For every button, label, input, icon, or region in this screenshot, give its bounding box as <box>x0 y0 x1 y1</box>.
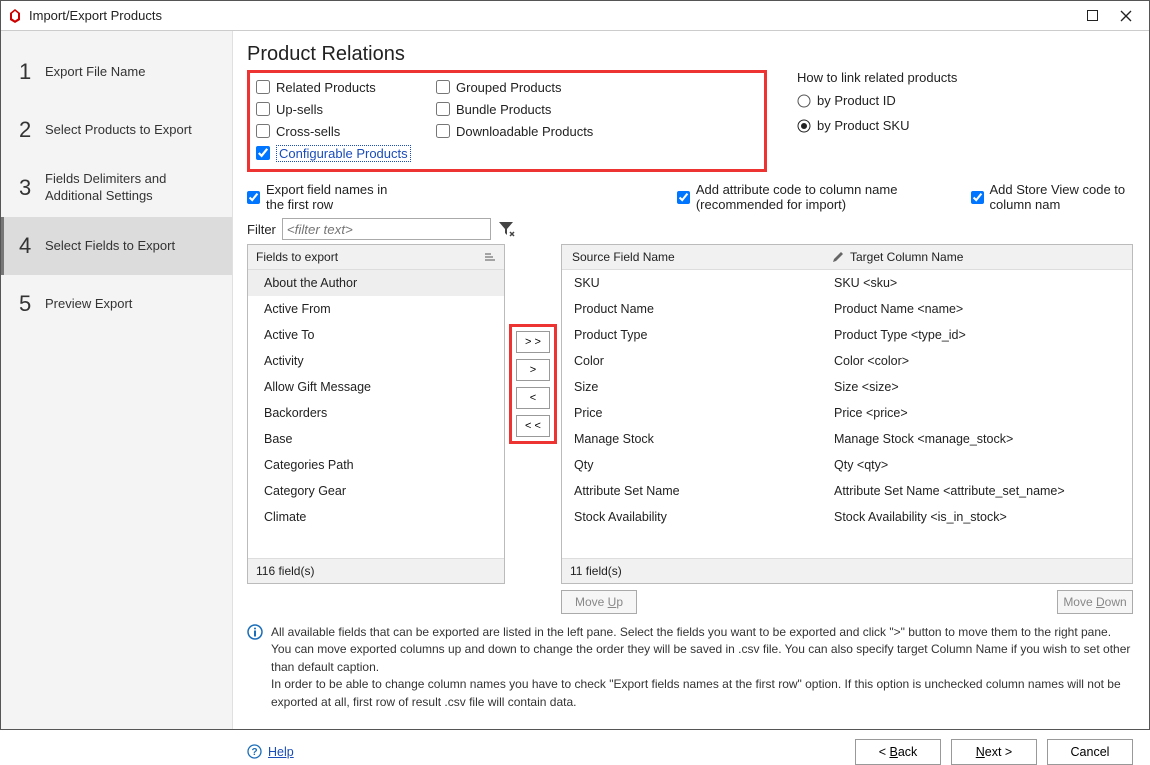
link-options: How to link related products by Product … <box>797 70 1133 143</box>
cancel-button[interactable]: Cancel <box>1047 739 1133 765</box>
selected-row[interactable]: Product NameProduct Name <name> <box>562 296 1132 322</box>
chk-export-field-names[interactable]: Export field names in the first row <box>247 182 397 212</box>
step-preview-export[interactable]: 5Preview Export <box>1 275 232 333</box>
selected-row[interactable]: PricePrice <price> <box>562 400 1132 426</box>
step-delimiters[interactable]: 3Fields Delimiters and Additional Settin… <box>1 159 232 217</box>
info-icon <box>247 624 263 640</box>
move-left-button[interactable]: < <box>516 387 550 409</box>
chk-configurable-products[interactable]: Configurable Products <box>256 143 436 163</box>
move-down-button[interactable]: Move Down <box>1057 590 1133 614</box>
field-item[interactable]: About the Author <box>248 270 504 296</box>
link-title: How to link related products <box>797 70 1133 85</box>
move-all-left-button[interactable]: < < <box>516 415 550 437</box>
available-fields-footer: 116 field(s) <box>248 558 504 583</box>
wizard-sidebar: 1Export File Name 2Select Products to Ex… <box>1 31 233 729</box>
move-all-right-button[interactable]: > > <box>516 331 550 353</box>
chk-grouped-products[interactable]: Grouped Products <box>436 77 636 97</box>
field-item[interactable]: Active From <box>248 296 504 322</box>
step-select-fields[interactable]: 4Select Fields to Export <box>1 217 232 275</box>
available-fields-header: Fields to export <box>256 250 338 264</box>
titlebar: Import/Export Products <box>1 1 1149 31</box>
pencil-icon <box>832 251 844 263</box>
step-select-products[interactable]: 2Select Products to Export <box>1 101 232 159</box>
move-up-button[interactable]: Move Up <box>561 590 637 614</box>
filter-clear-icon[interactable] <box>497 220 515 238</box>
filter-label: Filter <box>247 222 276 237</box>
selected-fields-list[interactable]: Source Field Name Target Column Name SKU… <box>561 244 1133 584</box>
selected-row[interactable]: Attribute Set NameAttribute Set Name <at… <box>562 478 1132 504</box>
field-item[interactable]: Activity <box>248 348 504 374</box>
field-item[interactable]: Backorders <box>248 400 504 426</box>
field-item[interactable]: Allow Gift Message <box>248 374 504 400</box>
close-button[interactable] <box>1109 4 1143 28</box>
back-button[interactable]: < Back <box>855 739 941 765</box>
selected-row[interactable]: SizeSize <size> <box>562 374 1132 400</box>
field-item[interactable]: Active To <box>248 322 504 348</box>
chk-add-store-view-code[interactable]: Add Store View code to column nam <box>971 182 1133 212</box>
available-fields-list[interactable]: Fields to export About the AuthorActive … <box>247 244 505 584</box>
chk-downloadable-products[interactable]: Downloadable Products <box>436 121 636 141</box>
col-target-column-name[interactable]: Target Column Name <box>822 245 1132 269</box>
next-button[interactable]: Next > <box>951 739 1037 765</box>
selected-row[interactable]: QtyQty <qty> <box>562 452 1132 478</box>
field-item[interactable]: Base <box>248 426 504 452</box>
chk-up-sells[interactable]: Up-sells <box>256 99 436 119</box>
col-source-field-name[interactable]: Source Field Name <box>562 245 822 269</box>
selected-fields-footer: 11 field(s) <box>562 558 1132 583</box>
move-right-button[interactable]: > <box>516 359 550 381</box>
maximize-button[interactable] <box>1075 4 1109 28</box>
info-text: All available fields that can be exporte… <box>247 624 1133 711</box>
product-relations-box: Related Products Grouped Products Up-sel… <box>247 70 767 172</box>
app-logo-icon <box>7 8 23 24</box>
chk-bundle-products[interactable]: Bundle Products <box>436 99 636 119</box>
radio-by-product-sku[interactable]: by Product SKU <box>797 118 1133 133</box>
field-item[interactable]: Category Gear <box>248 478 504 504</box>
selected-row[interactable]: ColorColor <color> <box>562 348 1132 374</box>
field-item[interactable]: Climate <box>248 504 504 530</box>
filter-input[interactable] <box>282 218 491 240</box>
selected-row[interactable]: Stock AvailabilityStock Availability <is… <box>562 504 1132 530</box>
svg-text:?: ? <box>251 747 257 758</box>
chk-cross-sells[interactable]: Cross-sells <box>256 121 436 141</box>
sort-icon[interactable] <box>484 252 496 262</box>
section-title: Product Relations <box>247 43 1133 66</box>
help-link[interactable]: ? Help <box>247 744 294 759</box>
chk-add-attribute-code[interactable]: Add attribute code to column name (recom… <box>677 182 943 212</box>
radio-by-product-id[interactable]: by Product ID <box>797 93 1133 108</box>
selected-row[interactable]: Manage StockManage Stock <manage_stock> <box>562 426 1132 452</box>
window-title: Import/Export Products <box>29 8 1075 23</box>
selected-row[interactable]: SKUSKU <sku> <box>562 270 1132 296</box>
help-icon: ? <box>247 744 262 759</box>
step-export-file-name[interactable]: 1Export File Name <box>1 43 232 101</box>
chk-related-products[interactable]: Related Products <box>256 77 436 97</box>
transfer-buttons: > > > < < < <box>509 324 557 444</box>
field-item[interactable]: Categories Path <box>248 452 504 478</box>
selected-row[interactable]: Product TypeProduct Type <type_id> <box>562 322 1132 348</box>
